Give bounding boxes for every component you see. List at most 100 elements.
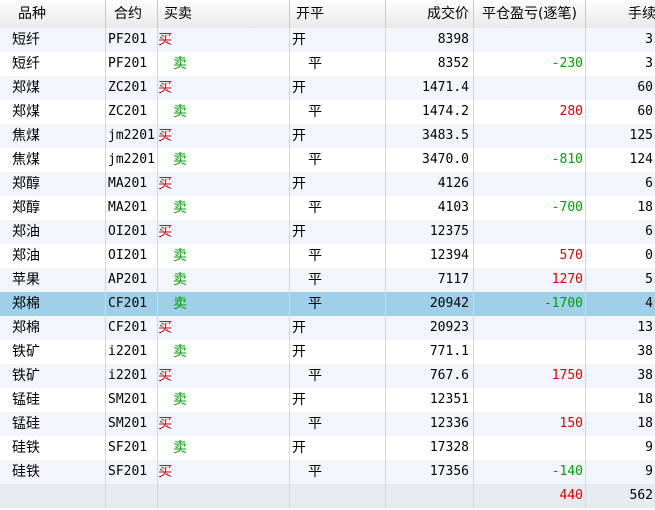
table-row[interactable]: 焦煤 jm2201 买 开 3483.5 125 xyxy=(0,124,655,148)
cell-name: 短纤 xyxy=(0,28,106,52)
column-header-price[interactable]: 成交价 xyxy=(386,0,474,28)
side-label: 卖 xyxy=(173,200,187,216)
total-cell-empty xyxy=(0,484,106,508)
open-close-label: 平 xyxy=(308,368,322,384)
cell-name: 锰硅 xyxy=(0,388,106,412)
column-header-name[interactable]: 品种 xyxy=(0,0,106,28)
trade-records-table: 品种 合约 买卖 开平 成交价 平仓盈亏(逐笔) 手续 短纤 PF201 买开 839… xyxy=(0,0,655,510)
cell-side: 卖 xyxy=(158,436,290,460)
table-row[interactable]: 郑煤 ZC201 卖 平 1474.2 280 60 xyxy=(0,100,655,124)
table-row[interactable]: 郑煤 ZC201 买 开 1471.4 60 xyxy=(0,76,655,100)
cell-pnl: 150 xyxy=(474,412,586,436)
cell-side: 买 xyxy=(158,460,290,484)
table-row[interactable]: 郑棉 CF201 卖 平 20942 -1700 4 xyxy=(0,292,655,316)
cell-fee: 0 xyxy=(586,244,655,268)
side-label: 买 xyxy=(158,320,172,336)
column-header-contract[interactable]: 合约 xyxy=(106,0,158,28)
cell-price: 1471.4 xyxy=(386,76,474,100)
cell-side: 卖 xyxy=(158,244,290,268)
column-header-open-close[interactable]: 开平 xyxy=(290,0,386,28)
cell-contract: AP201 xyxy=(106,268,158,292)
table-row[interactable]: 郑醇 MA201 买 开 4126 6 xyxy=(0,172,655,196)
table-row[interactable]: 郑油 OI201 买 开 12375 6 xyxy=(0,220,655,244)
cell-contract: i2201 xyxy=(106,364,158,388)
side-label: 买 xyxy=(158,224,172,240)
column-header-fee[interactable]: 手续 xyxy=(586,0,655,28)
cell-price: 12375 xyxy=(386,220,474,244)
cell-side: 买 xyxy=(158,28,290,52)
cell-open-close: 开 xyxy=(290,340,386,364)
cell-price: 767.6 xyxy=(386,364,474,388)
table-row[interactable]: 郑油 OI201 卖 平 12394 570 0 xyxy=(0,244,655,268)
cell-fee: 18 xyxy=(586,388,655,412)
cell-open-close: 开 xyxy=(290,124,386,148)
cell-name: 郑煤 xyxy=(0,76,106,100)
open-close-label: 平 xyxy=(308,464,322,480)
cell-name: 短纤 xyxy=(0,52,106,76)
cell-contract: ZC201 xyxy=(106,100,158,124)
cell-name: 郑油 xyxy=(0,244,106,268)
cell-open-close: 平 xyxy=(290,268,386,292)
cell-side: 买 xyxy=(158,76,290,100)
side-label: 买 xyxy=(158,368,172,384)
cell-name: 郑油 xyxy=(0,220,106,244)
cell-fee: 9 xyxy=(586,436,655,460)
cell-open-close: 开 xyxy=(290,28,386,52)
column-header-side[interactable]: 买卖 xyxy=(158,0,290,28)
cell-price: 1474.2 xyxy=(386,100,474,124)
table-row[interactable]: 短纤 PF201 卖 平 8352 -230 3 xyxy=(0,52,655,76)
cell-fee: 6 xyxy=(586,172,655,196)
cell-price: 12336 xyxy=(386,412,474,436)
cell-contract: SF201 xyxy=(106,460,158,484)
cell-open-close: 平 xyxy=(290,100,386,124)
table-row[interactable]: 郑棉 CF201 买 开 20923 13 xyxy=(0,316,655,340)
cell-pnl: -810 xyxy=(474,148,586,172)
table-row[interactable]: 短纤 PF201 买 开 8398 3 xyxy=(0,28,655,52)
cell-name: 郑棉 xyxy=(0,316,106,340)
table-header: 品种 合约 买卖 开平 成交价 平仓盈亏(逐笔) 手续 xyxy=(0,0,655,29)
table-row[interactable]: 硅铁 SF201 买 平 17356 -140 9 xyxy=(0,460,655,484)
cell-contract: MA201 xyxy=(106,172,158,196)
cell-price: 20923 xyxy=(386,316,474,340)
table-row[interactable]: 苹果 AP201 卖 平 7117 1270 5 xyxy=(0,268,655,292)
table-row[interactable]: 焦煤 jm2201 卖 平 3470.0 -810 124 xyxy=(0,148,655,172)
cell-fee: 60 xyxy=(586,76,655,100)
table-row[interactable]: 硅铁 SF201 卖 开 17328 9 xyxy=(0,436,655,460)
cell-open-close: 平 xyxy=(290,196,386,220)
total-cell-empty xyxy=(290,484,386,508)
cell-open-close: 开 xyxy=(290,316,386,340)
cell-price: 20942 xyxy=(386,292,474,316)
table-row[interactable]: 铁矿 i2201 买 平 767.6 1750 38 xyxy=(0,364,655,388)
side-label: 买 xyxy=(158,416,172,432)
open-close-label: 平 xyxy=(308,200,322,216)
cell-open-close: 开 xyxy=(290,436,386,460)
cell-contract: PF201 xyxy=(106,52,158,76)
table-row[interactable]: 锰硅 SM201 卖 开 12351 18 xyxy=(0,388,655,412)
cell-price: 771.1 xyxy=(386,340,474,364)
cell-side: 买 xyxy=(158,364,290,388)
cell-name: 焦煤 xyxy=(0,124,106,148)
cell-contract: SM201 xyxy=(106,412,158,436)
cell-open-close: 开 xyxy=(290,76,386,100)
cell-side: 买 xyxy=(158,316,290,340)
cell-open-close: 平 xyxy=(290,244,386,268)
cell-name: 铁矿 xyxy=(0,364,106,388)
cell-price: 3470.0 xyxy=(386,148,474,172)
open-close-label: 平 xyxy=(308,296,322,312)
cell-fee: 4 xyxy=(586,292,655,316)
open-close-label: 开 xyxy=(292,320,306,336)
cell-pnl xyxy=(474,340,586,364)
cell-name: 郑醇 xyxy=(0,172,106,196)
cell-open-close: 开 xyxy=(290,388,386,412)
cell-fee: 125 xyxy=(586,124,655,148)
table-row[interactable]: 郑醇 MA201 卖 平 4103 -700 18 xyxy=(0,196,655,220)
table-row[interactable]: 铁矿 i2201 卖 开 771.1 38 xyxy=(0,340,655,364)
cell-name: 郑棉 xyxy=(0,292,106,316)
cell-name: 硅铁 xyxy=(0,460,106,484)
side-label: 卖 xyxy=(173,104,187,120)
cell-side: 买 xyxy=(158,220,290,244)
table-row[interactable]: 锰硅 SM201 买 平 12336 150 18 xyxy=(0,412,655,436)
column-header-pnl[interactable]: 平仓盈亏(逐笔) xyxy=(474,0,586,28)
cell-side: 卖 xyxy=(158,52,290,76)
cell-side: 卖 xyxy=(158,388,290,412)
